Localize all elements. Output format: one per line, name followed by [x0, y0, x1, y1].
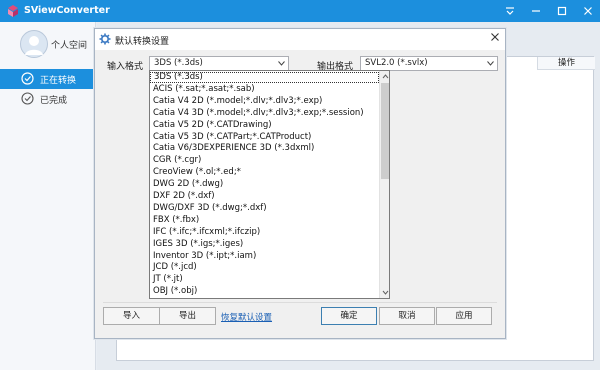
close-window-button[interactable]: [575, 0, 600, 22]
format-option[interactable]: DWG 2D (*.dwg): [150, 179, 379, 190]
divider: [103, 302, 497, 303]
format-option[interactable]: FBX (*.fbx): [150, 215, 379, 226]
sidebar-item-label: 正在转换: [40, 76, 77, 86]
sidebar: 个人空间 正在转换 已完成: [0, 22, 96, 370]
export-button[interactable]: 导出: [159, 307, 216, 325]
format-option[interactable]: DXF 2D (*.dxf): [150, 191, 379, 202]
format-option[interactable]: Catia V6/3DEXPERIENCE 3D (*.3dxml): [150, 143, 379, 154]
format-option[interactable]: Catia V5 3D (*.CATPart;*.CATProduct): [150, 132, 379, 143]
format-option[interactable]: ACIS (*.sat;*.asat;*.sab): [150, 84, 379, 95]
output-format-select[interactable]: SVL2.0 (*.svlx): [360, 56, 498, 71]
menu-button[interactable]: [497, 0, 523, 22]
minimize-icon: [532, 10, 540, 12]
dialog-title-bar: 默认转换设置: [95, 29, 505, 50]
default-conversion-settings-dialog: 默认转换设置 输入格式 3DS (*.3ds) 输出格式 SVL2.0 (*.s…: [94, 28, 506, 339]
format-option[interactable]: OBJ (*.obj): [150, 286, 379, 297]
sidebar-item-converting[interactable]: 正在转换: [0, 69, 96, 89]
format-option[interactable]: CGR (*.cgr): [150, 155, 379, 166]
scroll-up-button[interactable]: [380, 71, 389, 82]
close-icon: [584, 7, 592, 15]
format-option[interactable]: 3DS (*.3ds): [150, 72, 379, 83]
menu-icon: [506, 7, 514, 15]
sidebar-item-completed[interactable]: 已完成: [0, 89, 96, 109]
input-format-dropdown-list[interactable]: 3DS (*.3ds) ACIS (*.sat;*.asat;*.sab) Cati…: [149, 70, 390, 299]
chevron-down-icon: [487, 61, 494, 66]
cancel-button[interactable]: 取消: [379, 307, 435, 325]
check-circle-icon: [21, 92, 34, 105]
format-option[interactable]: JT (*.jt): [150, 274, 379, 285]
format-option[interactable]: IGES 3D (*.igs;*.iges): [150, 239, 379, 250]
dialog-close-button[interactable]: [488, 32, 502, 46]
format-option[interactable]: Inventor 3D (*.ipt;*.iam): [150, 251, 379, 262]
dialog-title: 默认转换设置: [115, 37, 170, 47]
format-option[interactable]: JCD (*.jcd): [150, 262, 379, 273]
column-header-operation: 操作: [537, 57, 595, 70]
output-format-value: SVL2.0 (*.svlx): [365, 58, 428, 68]
apply-button[interactable]: 应用: [436, 307, 492, 325]
app-title: SViewConverter: [24, 5, 110, 16]
title-bar: SViewConverter: [0, 0, 600, 22]
input-format-select[interactable]: 3DS (*.3ds): [149, 56, 289, 71]
user-icon: [25, 36, 43, 55]
sidebar-item-label: 已完成: [40, 96, 68, 106]
chevron-down-icon: [278, 61, 285, 66]
ok-button[interactable]: 确定: [321, 307, 377, 325]
format-option[interactable]: IFC (*.ifc;*.ifcxml;*.ifczip): [150, 227, 379, 238]
chevron-up-icon: [382, 74, 389, 79]
user-space-link[interactable]: 个人空间: [51, 38, 87, 51]
scroll-thumb[interactable]: [381, 83, 389, 179]
converting-icon: [21, 72, 34, 85]
format-option[interactable]: Catia V4 3D (*.model;*.dlv;*.dlv3;*.exp;…: [150, 108, 379, 119]
dropdown-scrollbar[interactable]: [379, 71, 389, 298]
dialog-body: 输入格式 3DS (*.3ds) 输出格式 SVL2.0 (*.svlx) 3D…: [95, 50, 505, 338]
input-format-value: 3DS (*.3ds): [154, 58, 203, 68]
format-option[interactable]: Catia V5 2D (*.CATDrawing): [150, 120, 379, 131]
app-logo-icon: [8, 5, 18, 17]
scroll-down-button[interactable]: [380, 287, 389, 298]
import-button[interactable]: 导入: [103, 307, 160, 325]
format-option[interactable]: Catia V4 2D (*.model;*.dlv;*.dlv3;*.exp): [150, 96, 379, 107]
restore-defaults-link[interactable]: 恢复默认设置: [221, 311, 272, 323]
minimize-button[interactable]: [523, 0, 549, 22]
maximize-button[interactable]: [549, 0, 575, 22]
maximize-icon: [557, 6, 567, 16]
close-icon: [491, 33, 499, 41]
gear-icon: [99, 33, 111, 45]
avatar[interactable]: [20, 30, 48, 58]
format-option[interactable]: CreoView (*.ol;*.ed;*: [150, 167, 379, 178]
input-format-label: 输入格式: [107, 62, 144, 72]
format-option[interactable]: DWG/DXF 3D (*.dwg;*.dxf): [150, 203, 379, 214]
chevron-down-icon: [382, 290, 389, 295]
